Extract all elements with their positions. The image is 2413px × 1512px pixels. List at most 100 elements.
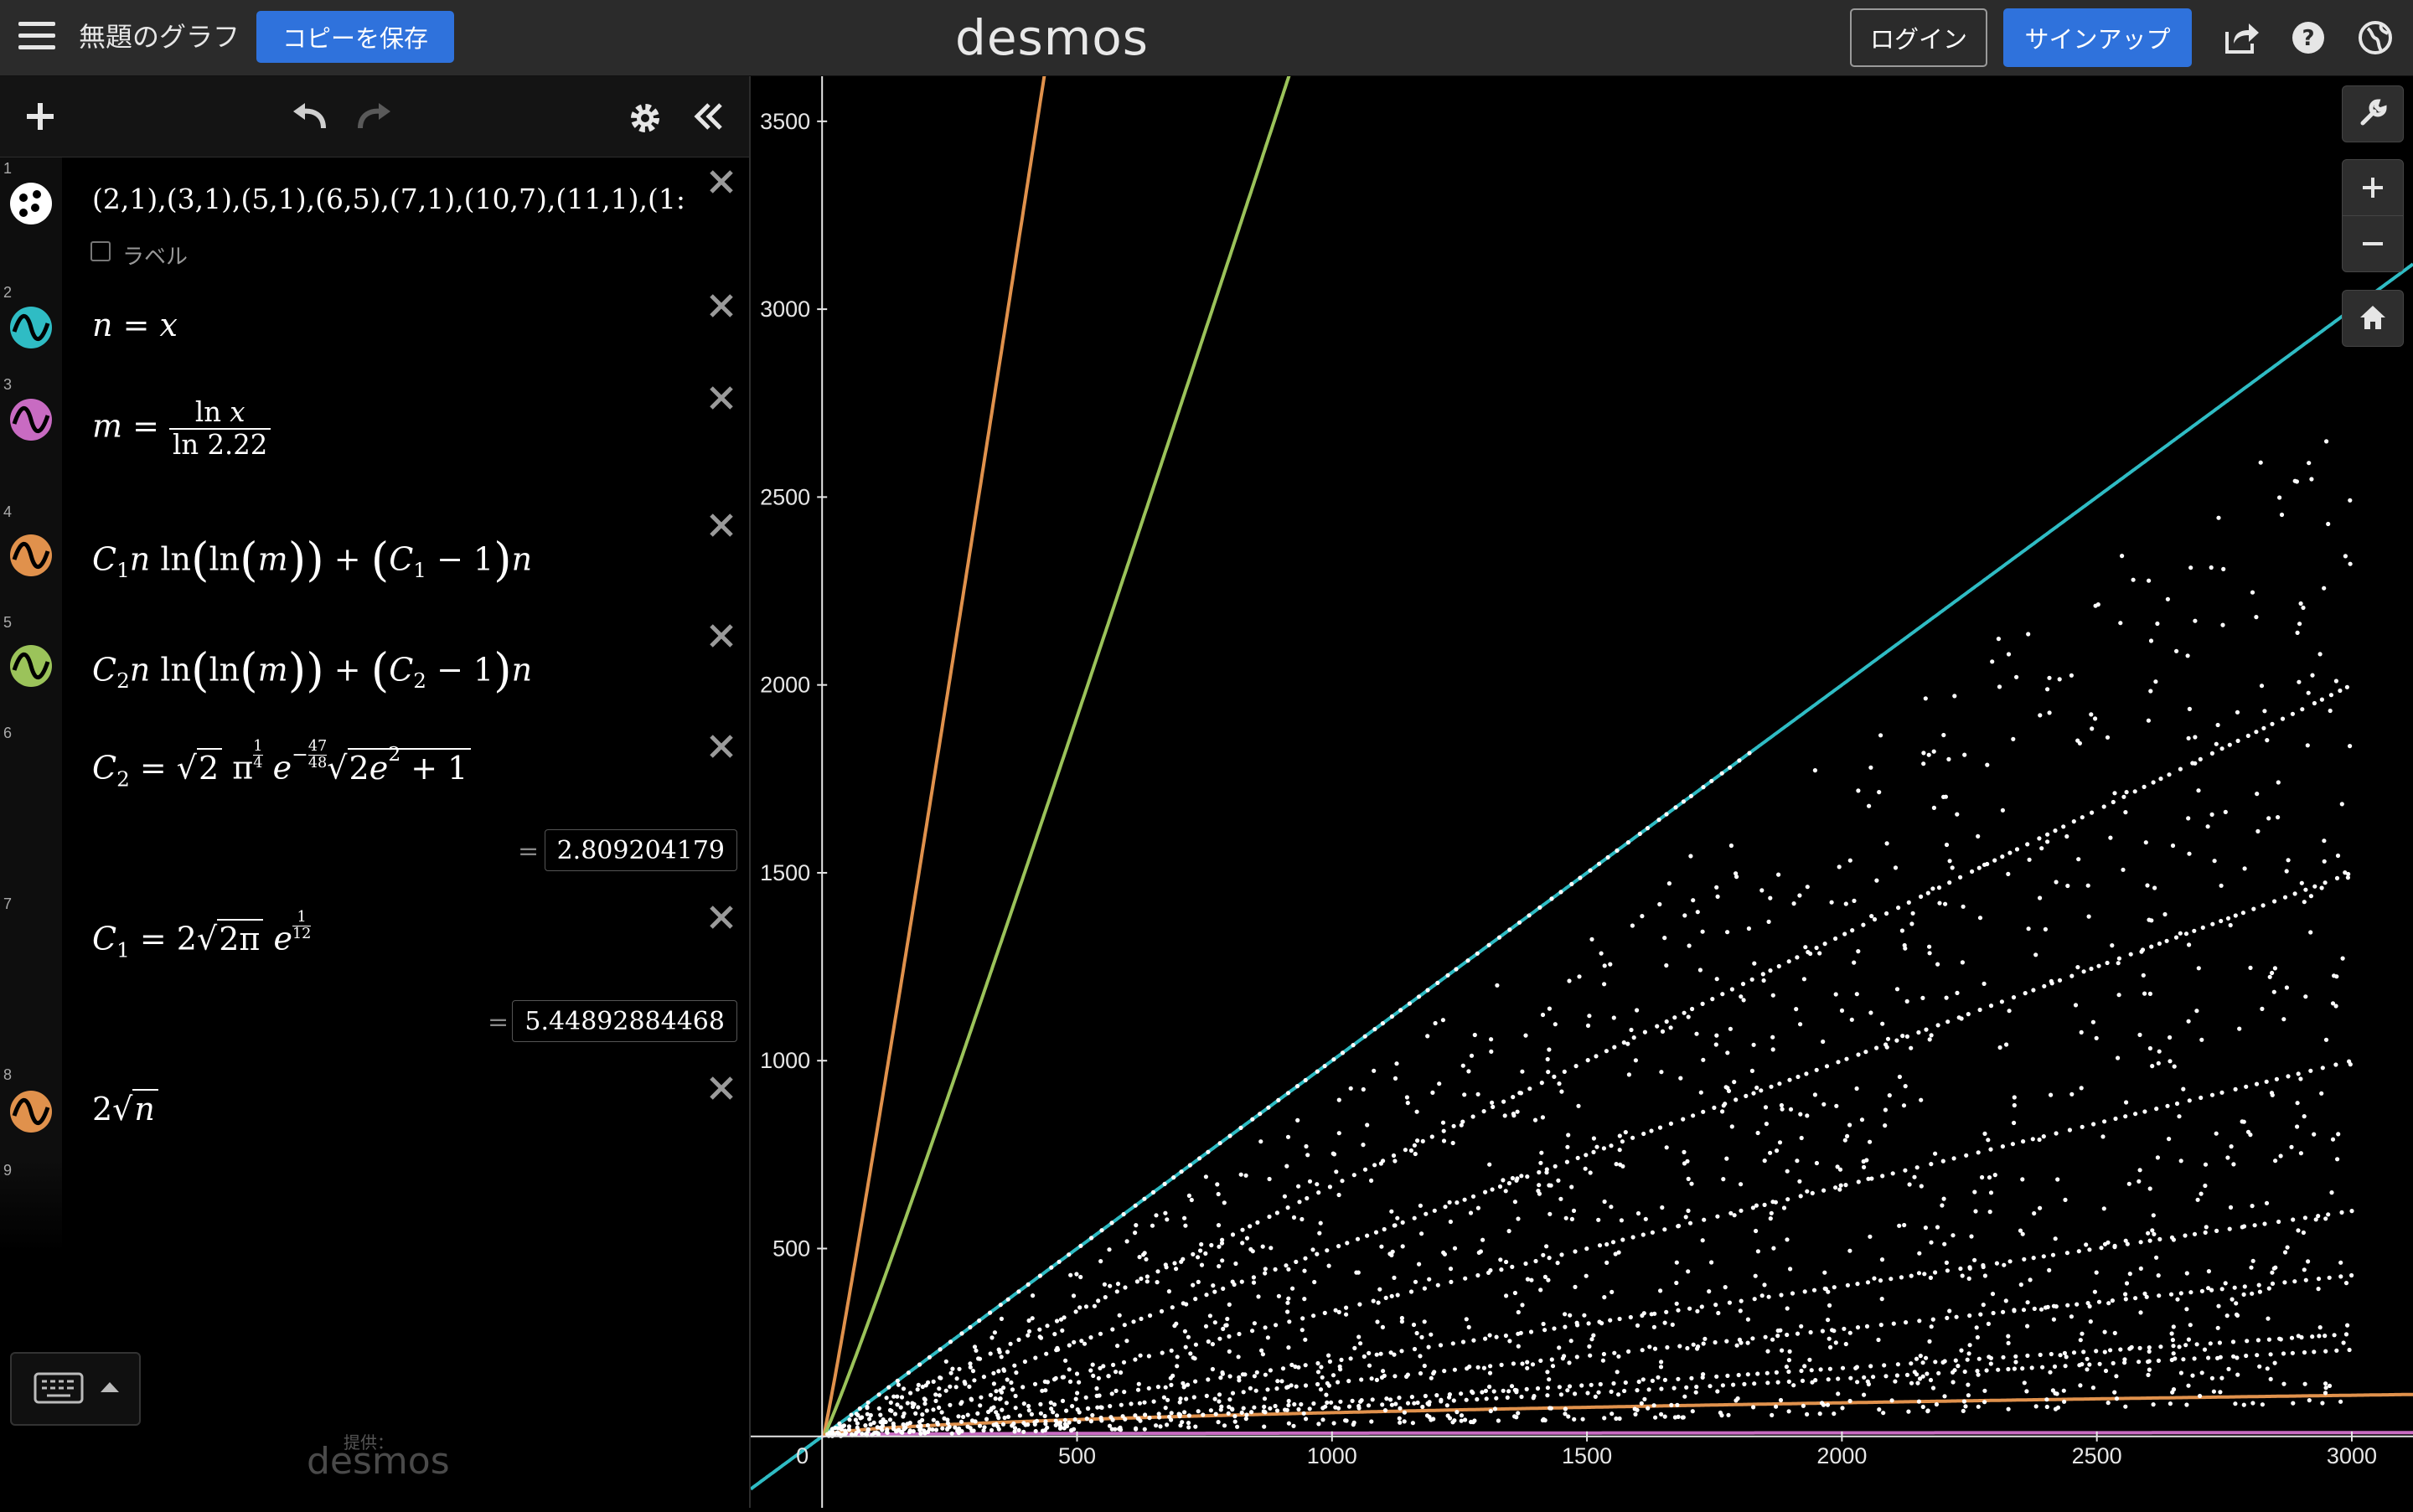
data-point xyxy=(1672,1015,1677,1020)
data-point xyxy=(1544,1244,1549,1249)
function-curve[interactable] xyxy=(822,0,1532,1437)
expression-row-2[interactable]: 2 n = x xyxy=(0,281,749,374)
expression-row-8[interactable]: 8 2√n xyxy=(0,1064,749,1160)
data-point xyxy=(1393,1076,1398,1081)
data-point xyxy=(1216,1191,1221,1197)
share-icon[interactable] xyxy=(2222,18,2261,57)
default-viewport-button[interactable] xyxy=(2342,290,2404,347)
expression-row-9[interactable]: 9 xyxy=(0,1159,749,1251)
minus-icon xyxy=(2363,242,2383,245)
data-point xyxy=(1429,1134,1434,1139)
data-point xyxy=(1232,1419,1238,1424)
data-point xyxy=(1977,916,1983,921)
delete-expression-icon[interactable] xyxy=(707,622,736,650)
data-point xyxy=(1538,1160,1543,1165)
data-point xyxy=(1369,1419,1374,1424)
data-point xyxy=(2040,1365,2045,1370)
data-point xyxy=(2257,1289,2262,1294)
curve-style-icon[interactable] xyxy=(8,643,54,689)
data-point xyxy=(2306,1259,2311,1264)
data-point xyxy=(1468,1210,1474,1215)
data-point xyxy=(1935,962,1940,967)
data-point xyxy=(1544,1170,1549,1175)
language-globe-icon[interactable] xyxy=(2356,18,2395,57)
data-point xyxy=(1174,1267,1179,1272)
data-point xyxy=(1207,1313,1212,1318)
zoom-out-button[interactable] xyxy=(2342,215,2404,272)
expression-formula[interactable]: C2n ln(ln(m)) + (C2 − 1)n xyxy=(92,643,532,697)
data-point xyxy=(2175,1297,2180,1302)
data-point xyxy=(2218,1390,2223,1395)
graph-title[interactable]: 無題のグラフ xyxy=(79,20,240,54)
add-item-icon[interactable] xyxy=(23,100,57,133)
label-checkbox[interactable] xyxy=(90,241,111,261)
data-point xyxy=(1766,919,1771,924)
data-point xyxy=(1617,1133,1622,1138)
data-point xyxy=(2011,736,2016,741)
menu-icon[interactable] xyxy=(18,22,55,54)
data-point xyxy=(1213,1411,1218,1417)
keypad-toggle-button[interactable] xyxy=(10,1352,141,1426)
expression-row-7[interactable]: 7 C1 = 2√2π e 1 12 = 5.44892884468 xyxy=(0,893,749,1065)
delete-expression-icon[interactable] xyxy=(707,903,736,931)
redo-icon[interactable] xyxy=(355,100,394,133)
expression-row-3[interactable]: 3 m = ln x ln 2.22 xyxy=(0,374,749,502)
delete-expression-icon[interactable] xyxy=(707,384,736,412)
data-point xyxy=(1649,1128,1654,1133)
data-point xyxy=(1975,1369,1980,1374)
data-point xyxy=(2249,1265,2254,1270)
powered-by-desmos-logo[interactable]: desmos xyxy=(307,1440,450,1483)
data-point xyxy=(1966,1382,1971,1387)
save-copy-button[interactable]: コピーを保存 xyxy=(256,11,454,63)
data-point xyxy=(2067,1128,2072,1133)
expression-row-6[interactable]: 6 C2 = √2 π14 e− 47 48 √2e2 + 1 = 2.8092041… xyxy=(0,722,749,894)
data-point xyxy=(1329,1400,1334,1405)
delete-expression-icon[interactable] xyxy=(707,292,736,320)
expression-formula[interactable]: m = ln x ln 2.22 xyxy=(92,396,271,461)
expression-row-5[interactable]: 5 C2n ln(ln(m)) + (C2 − 1)n xyxy=(0,612,749,723)
signup-button[interactable]: サインアップ xyxy=(2003,8,2192,67)
login-button[interactable]: ログイン xyxy=(1850,8,1987,67)
data-point xyxy=(1192,1356,1197,1361)
expression-row-1[interactable]: 1 (2,1),(3,1),(5,1),(6,5),(7,1),(10,7),(… xyxy=(0,157,749,282)
curve-style-icon[interactable] xyxy=(8,533,54,578)
data-point xyxy=(1285,1309,1290,1314)
expression-formula[interactable]: C1 = 2√2π e 1 12 xyxy=(92,909,312,962)
data-point xyxy=(2007,1259,2013,1264)
data-point xyxy=(1868,1010,1873,1015)
expression-row-4[interactable]: 4 C1n ln(ln(m)) + (C1 − 1)n xyxy=(0,501,749,612)
curve-style-icon[interactable] xyxy=(8,1089,54,1134)
data-point xyxy=(1290,1286,1295,1291)
data-point xyxy=(1845,1282,1850,1288)
delete-expression-icon[interactable] xyxy=(707,168,736,196)
data-point xyxy=(1935,1225,1940,1230)
delete-expression-icon[interactable] xyxy=(707,511,736,539)
zoom-in-button[interactable] xyxy=(2342,159,2404,216)
points-style-icon[interactable] xyxy=(8,181,54,226)
data-point xyxy=(999,1316,1004,1321)
help-icon[interactable]: ? xyxy=(2289,18,2328,57)
delete-expression-icon[interactable] xyxy=(707,732,736,761)
data-point xyxy=(1694,1031,1699,1036)
delete-expression-icon[interactable] xyxy=(707,1074,736,1102)
graph-paper[interactable]: 500 1000 1500 2000 2500 3000 500 1000 1500 2000 25… xyxy=(749,0,2413,1508)
data-point xyxy=(1687,1306,1692,1311)
graph-canvas[interactable]: 500 1000 1500 2000 2500 300050010001500200025… xyxy=(749,0,2413,1508)
expression-formula[interactable]: C2 = √2 π14 e− 47 48 √2e2 + 1 xyxy=(92,738,472,791)
expression-formula[interactable]: n = x xyxy=(92,307,178,343)
undo-icon[interactable] xyxy=(290,100,328,133)
function-curve[interactable] xyxy=(822,0,1160,1435)
data-point xyxy=(1987,1210,1992,1215)
curve-style-icon[interactable] xyxy=(8,305,54,350)
curve-style-icon[interactable] xyxy=(8,397,54,442)
points-list-text[interactable]: (2,1),(3,1),(5,1),(6,5),(7,1),(10,7),(11… xyxy=(92,183,695,215)
settings-gear-icon[interactable] xyxy=(627,100,664,137)
data-point xyxy=(1769,1210,1774,1215)
collapse-panel-icon[interactable] xyxy=(692,100,726,133)
expression-formula[interactable]: C1n ln(ln(m)) + (C1 − 1)n xyxy=(92,533,532,586)
expression-formula[interactable]: 2√n xyxy=(92,1089,158,1128)
data-point xyxy=(1217,1244,1222,1249)
data-point xyxy=(937,1386,942,1391)
data-point xyxy=(2343,870,2348,875)
graph-settings-button[interactable] xyxy=(2342,85,2404,142)
